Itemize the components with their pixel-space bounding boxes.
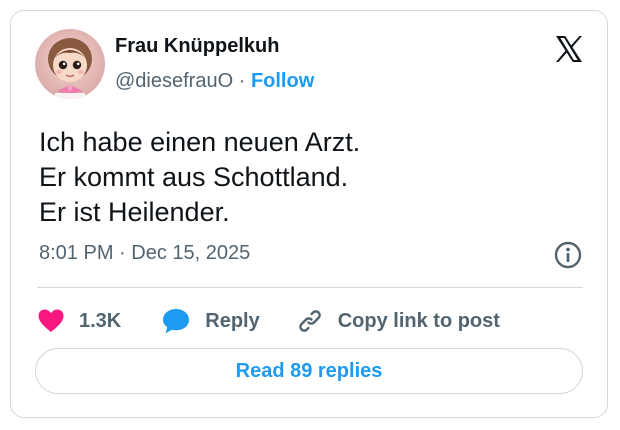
author-name[interactable]: Frau Knüppelkuh — [115, 35, 279, 58]
reply-label: Reply — [205, 309, 260, 332]
divider — [37, 287, 583, 288]
action-bar: 1.3K Reply Copy link to post — [37, 301, 500, 341]
avatar[interactable] — [35, 29, 105, 99]
like-button[interactable]: 1.3K — [37, 308, 121, 334]
tweet-date: Dec 15, 2025 — [131, 242, 251, 264]
tweet-card: Frau Knüppelkuh @diesefrauO · Follow Ich… — [10, 10, 608, 418]
heart-icon — [38, 309, 64, 332]
speech-bubble-icon — [163, 309, 190, 334]
handle-row: @diesefrauO · Follow — [115, 70, 314, 93]
date-separator: · — [119, 242, 126, 264]
reply-button[interactable]: Reply — [161, 307, 260, 335]
tweet-line: Er kommt aus Schottland. — [39, 162, 349, 192]
avatar-image — [35, 29, 105, 99]
tweet-line: Er ist Heilender. — [39, 197, 230, 227]
author-handle[interactable]: @diesefrauO — [115, 70, 233, 92]
handle-separator: · — [238, 70, 246, 92]
copy-link-button[interactable]: Copy link to post — [296, 307, 500, 335]
copy-link-label: Copy link to post — [337, 309, 500, 332]
info-icon[interactable] — [553, 240, 583, 270]
like-count: 1.3K — [79, 309, 122, 332]
tweet-line: Ich habe einen neuen Arzt. — [39, 127, 361, 157]
tweet-timestamp[interactable]: 8:01 PM · Dec 15, 2025 — [39, 242, 250, 265]
x-logo-icon[interactable] — [553, 33, 585, 65]
read-replies-button[interactable]: Read 89 replies — [35, 348, 583, 394]
tweet-time: 8:01 PM — [39, 242, 114, 264]
follow-button[interactable]: Follow — [251, 70, 314, 92]
tweet-text: Ich habe einen neuen Arzt. Er kommt aus … — [39, 125, 360, 230]
link-icon — [298, 310, 321, 332]
